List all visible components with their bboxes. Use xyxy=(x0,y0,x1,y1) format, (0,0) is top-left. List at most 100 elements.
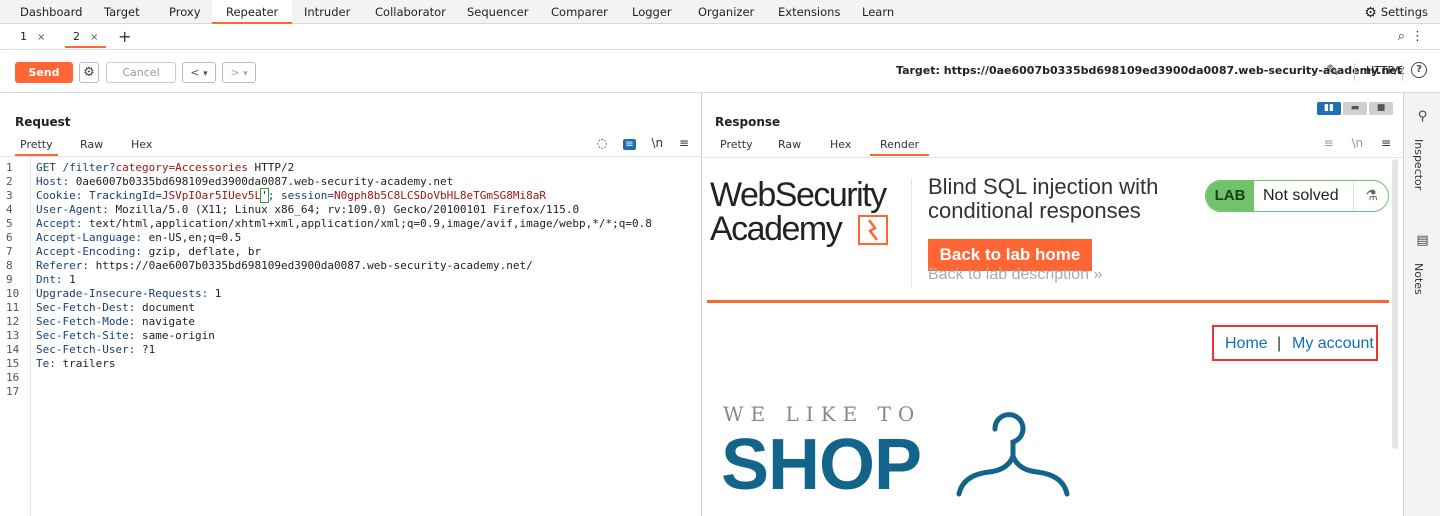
settings-label: Settings xyxy=(1380,5,1428,19)
back-desc-label: Back to lab description xyxy=(928,266,1089,283)
menu-target[interactable]: Target xyxy=(104,0,140,24)
line-number: 10 xyxy=(6,287,20,300)
code-value: https://0ae6007b0335bd698109ed3900da0087… xyxy=(88,259,533,272)
code-line[interactable]: Accept-Language: en-US,en;q=0.5 xyxy=(36,231,241,244)
code-line[interactable]: Accept: text/html,application/xhtml+xml,… xyxy=(36,217,652,230)
tab-raw[interactable]: Raw xyxy=(75,136,108,156)
help-icon[interactable]: ? xyxy=(1411,62,1427,78)
divider xyxy=(1354,63,1355,81)
code-line[interactable]: User-Agent: Mozilla/5.0 (X11; Linux x86_… xyxy=(36,203,579,216)
send-button[interactable]: Send xyxy=(15,62,73,83)
line-number: 6 xyxy=(6,231,13,244)
code-line[interactable]: Referer: https://0ae6007b0335bd698109ed3… xyxy=(36,259,533,272)
code-key: Sec-Fetch-Site: xyxy=(36,329,136,342)
line-number: 15 xyxy=(6,357,20,370)
code-value: 1 xyxy=(62,273,76,286)
code-key: Accept-Encoding: xyxy=(36,245,142,258)
main-menubar: Dashboard Target Proxy Repeater Intruder… xyxy=(0,0,1440,24)
nav-my-account-link[interactable]: My account xyxy=(1292,335,1374,353)
code-value: en-US,en;q=0.5 xyxy=(141,231,242,244)
back-to-lab-description-link[interactable]: Back to lab description » xyxy=(928,266,1102,284)
forward-arrow-icon: > xyxy=(230,66,240,79)
lab-title: Blind SQL injection with conditional res… xyxy=(928,174,1159,223)
tab-pretty[interactable]: Pretty xyxy=(715,136,758,156)
repeater-tab-2[interactable]: 2 × xyxy=(65,26,107,48)
code-line[interactable]: Cookie: TrackingId=JSVpIOar5IUev5L'; ses… xyxy=(36,188,546,203)
code-line[interactable]: Host: 0ae6007b0335bd698109ed3900da0087.w… xyxy=(36,175,453,188)
code-line[interactable]: Sec-Fetch-Site: same-origin xyxy=(36,329,215,342)
lab-status-badge: LAB Not solved ⚗ xyxy=(1205,180,1389,212)
notes-tab[interactable]: ▤ xyxy=(1404,233,1440,248)
notes-label[interactable]: Notes xyxy=(1412,263,1425,295)
split-vertical-icon[interactable]: ▬ xyxy=(1343,102,1367,115)
inspector-tab[interactable]: ⚲ xyxy=(1404,109,1440,124)
code-key: Accept: xyxy=(36,217,83,230)
chevron-down-icon[interactable]: ▾ xyxy=(203,69,208,79)
code-line[interactable]: Sec-Fetch-Dest: document xyxy=(36,301,195,314)
line-number: 2 xyxy=(6,175,13,188)
close-icon[interactable]: × xyxy=(90,32,98,43)
cancel-button[interactable]: Cancel xyxy=(106,62,176,83)
split-horizontal-icon[interactable]: ▮▮ xyxy=(1317,102,1341,115)
repeater-tab-1[interactable]: 1 × xyxy=(12,26,53,48)
menu-proxy[interactable]: Proxy xyxy=(169,0,201,24)
code-line[interactable]: Dnt: 1 xyxy=(36,273,76,286)
tab-hex[interactable]: Hex xyxy=(825,136,856,156)
code-key: Sec-Fetch-Dest: xyxy=(36,301,136,314)
menu-collaborator[interactable]: Collaborator xyxy=(375,0,446,24)
line-number: 14 xyxy=(6,343,20,356)
close-icon[interactable]: × xyxy=(37,32,45,43)
code-line[interactable]: Sec-Fetch-Mode: navigate xyxy=(36,315,195,328)
forward-button[interactable]: > ▾ xyxy=(222,62,256,83)
more-vertical-icon[interactable]: ⋮ xyxy=(1411,29,1430,44)
code-line[interactable]: Upgrade-Insecure-Requests: 1 xyxy=(36,287,221,300)
menu-learn[interactable]: Learn xyxy=(862,0,894,24)
code-key: User-Agent: xyxy=(36,203,109,216)
menu-icon[interactable]: ≡ xyxy=(1381,136,1391,150)
nav-home-link[interactable]: Home xyxy=(1225,335,1268,353)
menu-sequencer[interactable]: Sequencer xyxy=(467,0,528,24)
hide-icon[interactable]: ◌ xyxy=(597,136,607,150)
menu-repeater[interactable]: Repeater xyxy=(212,0,293,24)
tab-label: 1 xyxy=(20,30,27,43)
code-line[interactable]: Sec-Fetch-User: ?1 xyxy=(36,343,155,356)
code-key: Sec-Fetch-Mode: xyxy=(36,315,136,328)
code-line[interactable]: GET /filter?category=Accessories HTTP/2 xyxy=(36,161,294,174)
cookie-value: JSVpIOar5IUev5L xyxy=(161,189,262,202)
settings-button[interactable]: ⚙ Settings xyxy=(1364,0,1428,24)
menu-intruder[interactable]: Intruder xyxy=(304,0,350,24)
search-icon[interactable]: ⌕ xyxy=(1398,29,1411,44)
banner-big-text: SHOP xyxy=(721,425,922,505)
menu-organizer[interactable]: Organizer xyxy=(698,0,754,24)
menu-comparer[interactable]: Comparer xyxy=(551,0,608,24)
menu-extensions[interactable]: Extensions xyxy=(778,0,840,24)
menu-icon[interactable]: ≡ xyxy=(679,136,689,150)
inspector-label[interactable]: Inspector xyxy=(1412,139,1425,190)
word-wrap-icon[interactable]: ≡ xyxy=(623,139,636,150)
divider xyxy=(1402,63,1403,81)
site-nav-highlight: Home | My account xyxy=(1212,325,1378,361)
back-button[interactable]: < ▾ xyxy=(182,62,216,83)
pencil-icon[interactable]: ✎ xyxy=(1326,61,1339,80)
inspector-icon: ⚲ xyxy=(1417,109,1428,124)
menu-dashboard[interactable]: Dashboard xyxy=(20,0,82,24)
code-line[interactable]: Accept-Encoding: gzip, deflate, br xyxy=(36,245,261,258)
tab-raw[interactable]: Raw xyxy=(773,136,806,156)
menu-logger[interactable]: Logger xyxy=(632,0,672,24)
chevron-down-icon[interactable]: ▾ xyxy=(243,69,248,79)
send-options-button[interactable]: ⚙ xyxy=(79,62,99,83)
code-value: 0ae6007b0335bd698109ed3900da0087.web-sec… xyxy=(69,175,454,188)
protocol-label[interactable]: HTTP/2 xyxy=(1366,64,1405,77)
code-line[interactable]: Te: trailers xyxy=(36,357,115,370)
newline-toggle[interactable]: \n xyxy=(1351,136,1363,150)
scrollbar[interactable] xyxy=(1392,159,1398,449)
single-pane-icon[interactable]: ■ xyxy=(1369,102,1393,115)
newline-toggle[interactable]: \n xyxy=(651,136,663,150)
word-wrap-icon[interactable]: ≡ xyxy=(1324,136,1334,150)
lightning-icon xyxy=(858,215,888,245)
line-number: 16 xyxy=(6,371,20,384)
add-tab-button[interactable]: + xyxy=(118,27,131,46)
tab-hex[interactable]: Hex xyxy=(126,136,157,156)
tab-pretty[interactable]: Pretty xyxy=(15,136,58,156)
tab-render[interactable]: Render xyxy=(870,136,930,156)
